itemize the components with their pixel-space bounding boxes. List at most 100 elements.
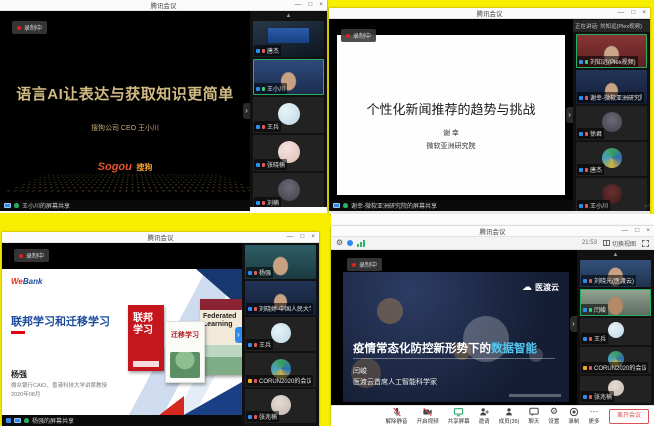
participant-tile[interactable]: 徐君 xyxy=(576,106,647,140)
participant-tile-active-speaker[interactable]: 闫峻 xyxy=(580,289,651,316)
maximize-button[interactable]: □ xyxy=(308,2,312,9)
slide: ☁ 医渡云 疫情常态化防控新形势下的数据智能 闫峻 医渡云首席人工智能科学家 xyxy=(343,272,569,402)
minimize-button[interactable]: — xyxy=(287,234,294,241)
record-dot-icon xyxy=(17,26,21,30)
invite-button[interactable]: 邀请 xyxy=(479,407,490,425)
maximize-button[interactable]: □ xyxy=(631,10,635,17)
shared-screen-stage: 录制中 语言AI让表达与获取知识更简单 搜狗公司 CEO 王小川 Sogou 搜… xyxy=(0,11,250,211)
participant-tile[interactable]: 刘晓婷-中国人民大学 xyxy=(245,281,316,315)
participant-tile[interactable]: 杨强 xyxy=(245,245,316,279)
sidebar-collapse-handle[interactable]: › xyxy=(235,327,242,343)
member-icon xyxy=(256,163,260,167)
bokeh-decoration xyxy=(377,298,403,324)
member-icon xyxy=(583,395,587,399)
settings-gear-icon[interactable]: ⚙ xyxy=(336,239,343,247)
member-icon xyxy=(579,96,583,100)
mic-icon xyxy=(589,308,592,312)
maximize-button[interactable]: □ xyxy=(300,234,304,241)
avatar xyxy=(271,323,291,343)
recording-label: 录制中 xyxy=(24,23,42,32)
sidebar-collapse-handle[interactable]: › xyxy=(570,316,577,332)
unmute-button[interactable]: 解除静音 xyxy=(386,407,408,425)
titlebar[interactable]: 腾讯会议 — □ × xyxy=(2,232,319,243)
webank-logo: WeBank xyxy=(11,277,42,286)
participant-tile[interactable]: 刘晓光(医渡云) xyxy=(580,260,651,287)
titlebar[interactable]: 腾讯会议 — □ × xyxy=(0,0,327,11)
recording-label: 录制中 xyxy=(353,31,371,40)
titlebar[interactable]: 腾讯会议 — □ × xyxy=(329,8,650,19)
switch-view-button[interactable]: 切换视图 xyxy=(603,239,636,248)
member-icon xyxy=(583,308,587,312)
minimize-button[interactable]: — xyxy=(618,10,625,17)
participant-tile[interactable]: 王兵 xyxy=(580,318,651,345)
share-status-text: 王小川的屏幕共享 xyxy=(22,201,70,210)
participant-tile[interactable]: 王兵 xyxy=(245,317,316,351)
shared-screen-stage: 录制中 个性化新闻推荐的趋势与挑战 谢 幸 微软亚洲研究院 › 谢幸-微软亚洲研… xyxy=(329,19,573,211)
record-circle-icon xyxy=(569,407,579,416)
scroll-up-icon[interactable]: ▲ xyxy=(613,251,619,259)
participant-tile[interactable]: 张兆楠 xyxy=(245,389,316,423)
shared-screen-stage: 录制中 WeBank 联邦学习和迁移学习 杨强 微众银行CAIO、香港科技大学讲… xyxy=(2,243,242,426)
close-button[interactable]: × xyxy=(646,228,650,235)
more-button[interactable]: ⋯ 更多 xyxy=(588,407,599,425)
slide-date: 2020年08月 xyxy=(11,390,40,398)
close-button[interactable]: × xyxy=(319,2,323,9)
book-illustration xyxy=(200,345,242,375)
member-icon xyxy=(256,125,260,129)
participant-tile[interactable]: 谢幸-微软亚洲研究院 xyxy=(576,70,647,104)
sidebar-collapse-handle[interactable]: › xyxy=(566,107,573,123)
chat-button[interactable]: 聊天 xyxy=(528,407,539,425)
meeting-timer: 21:53 xyxy=(582,240,597,246)
triangle-decoration xyxy=(158,396,184,416)
participant-tile-active-speaker[interactable]: 王小川 xyxy=(253,59,324,95)
participant-tile[interactable]: 王兵 xyxy=(253,97,324,133)
participant-tile[interactable]: 唐杰 xyxy=(576,142,647,176)
hand-raise-icon xyxy=(583,366,587,370)
participant-tile[interactable]: 唐杰 xyxy=(253,21,324,57)
sidebar-collapse-handle[interactable]: › xyxy=(243,103,250,119)
participant-tile[interactable]: CORUN2020的会议 xyxy=(580,347,651,374)
recording-badge: 录制中 xyxy=(347,258,382,271)
record-button[interactable]: 录制 xyxy=(568,407,579,425)
participant-tile-active-speaker[interactable]: 刘知远(Plex视频) xyxy=(576,34,647,68)
mic-icon xyxy=(585,96,588,100)
mic-icon xyxy=(262,125,265,129)
participants-sidebar: ▲ 唐杰 王小川 王兵 张晓楠 刘楠 xyxy=(250,11,327,211)
participant-tile[interactable]: 张兆楠 xyxy=(580,376,651,403)
members-button[interactable]: 成员(35) xyxy=(499,407,520,425)
paragraph-mark: ↵ xyxy=(644,201,652,212)
share-screen-button[interactable]: 共享屏幕 xyxy=(448,407,470,425)
participant-tile[interactable]: 刘楠 xyxy=(253,173,324,209)
participant-name: CORUN2020的会议 xyxy=(259,376,311,385)
titlebar[interactable]: 腾讯会议 — □ × xyxy=(331,226,654,237)
mic-icon xyxy=(585,132,588,136)
close-button[interactable]: × xyxy=(642,10,646,17)
settings-button[interactable]: ⚙ 设置 xyxy=(548,407,559,425)
mic-icon xyxy=(262,201,265,205)
start-video-button[interactable]: 开启视频 xyxy=(417,407,439,425)
maximize-button[interactable]: □ xyxy=(635,228,639,235)
mic-icon xyxy=(589,279,592,283)
slide-author: 闫峻 xyxy=(353,366,367,376)
minimize-button[interactable]: — xyxy=(295,2,302,9)
tool-label: 成员(35) xyxy=(499,417,520,425)
scroll-up-icon[interactable]: ▲ xyxy=(286,12,292,20)
participant-tile[interactable]: CORUN2020的会议 xyxy=(245,353,316,387)
recording-badge: 录制中 xyxy=(12,21,47,34)
leave-meeting-button[interactable]: 离开会议 xyxy=(609,409,649,424)
participant-tile[interactable]: 王小川 xyxy=(576,178,647,211)
recording-badge: 录制中 xyxy=(14,249,49,262)
slide-title: 疫情常态化防控新形势下的数据智能 xyxy=(353,340,537,356)
tool-label: 开启视频 xyxy=(417,417,439,425)
fullscreen-icon[interactable] xyxy=(642,240,649,247)
participant-name: 刘晓婷-中国人民大学 xyxy=(259,304,311,313)
meeting-window-top-right: 腾讯会议 — □ × 录制中 个性化新闻推荐的趋势与挑战 谢 幸 微软亚洲研究院… xyxy=(329,8,650,214)
record-dot-icon xyxy=(19,254,23,258)
participant-tile[interactable]: 张晓楠 xyxy=(253,135,324,171)
minimize-button[interactable]: — xyxy=(622,228,629,235)
webank-logo-bank: Bank xyxy=(23,277,43,286)
security-shield-icon xyxy=(347,240,353,246)
slide-title: 语言AI让表达与获取知识更简单 xyxy=(0,83,250,104)
meeting-toolbar: 解除静音 开启视频 共享屏幕 邀请 xyxy=(331,405,654,426)
close-button[interactable]: × xyxy=(311,234,315,241)
